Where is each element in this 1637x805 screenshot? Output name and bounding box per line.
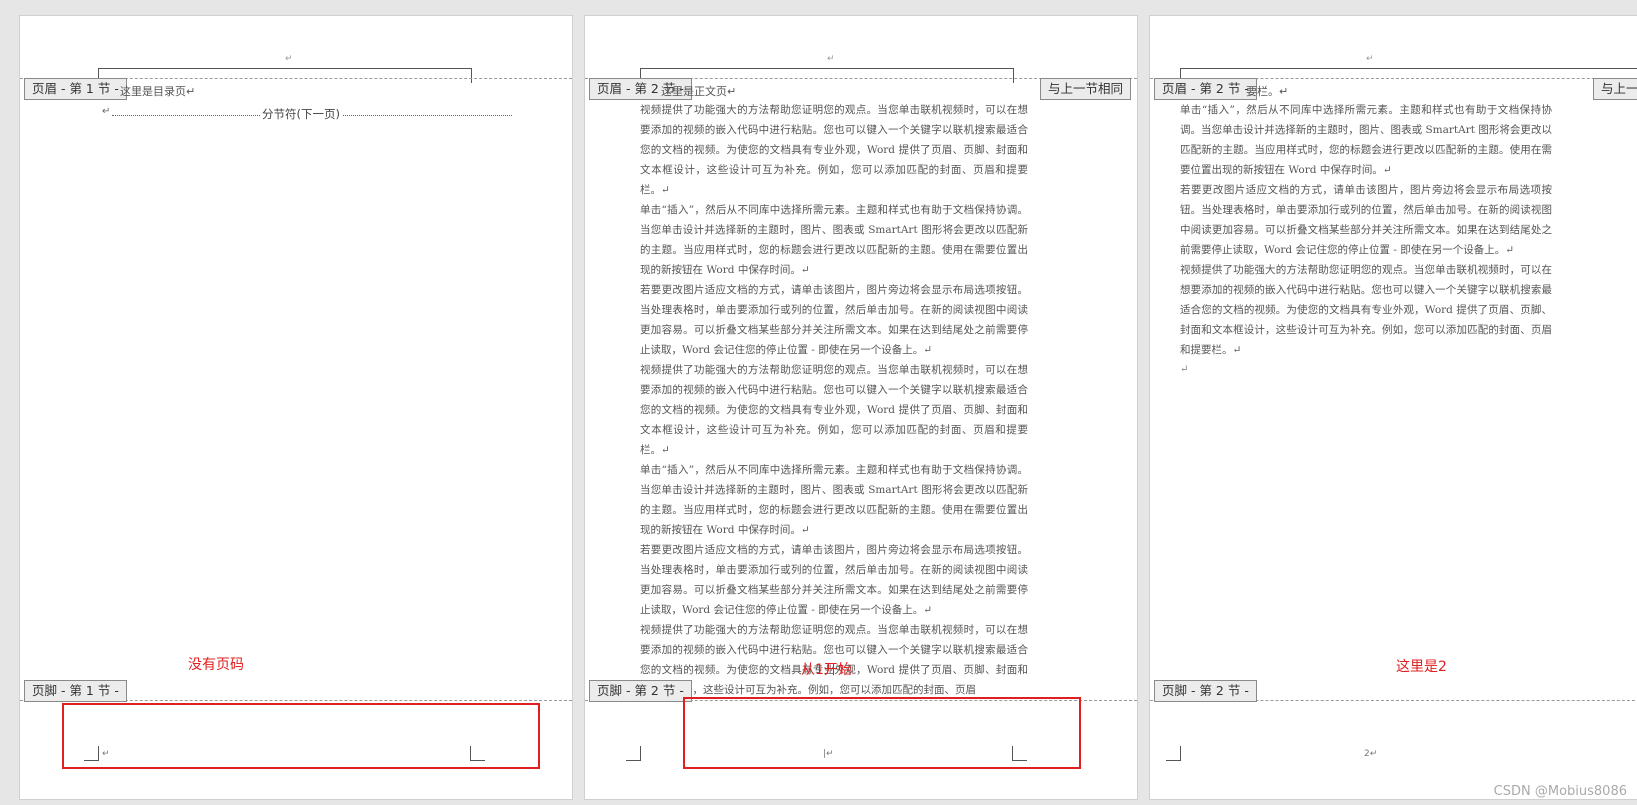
footer-corner-left <box>1166 746 1181 761</box>
link-to-previous-tag[interactable]: 与上一节相同 <box>1592 78 1637 100</box>
header-paragraph-mark: ↵ <box>827 54 835 64</box>
body-text-area[interactable]: 视频提供了功能强大的方法帮助您证明您的观点。当您单击联机视频时，可以在想要添加的… <box>640 100 1028 700</box>
document-page-3[interactable]: ↵ 页眉 - 第 2 节 - 与上一节相同 要栏。↵ 单击“插入”，然后从不同库… <box>1149 15 1637 800</box>
body-text-area[interactable]: 单击“插入”，然后从不同库中选择所需元素。主题和样式也有助于文档保持协调。当您单… <box>1180 100 1552 380</box>
highlight-box-footer-page-2 <box>683 697 1081 769</box>
body-paragraph[interactable]: 单击“插入”，然后从不同库中选择所需元素。主题和样式也有助于文档保持协调。当您单… <box>640 200 1028 280</box>
body-paragraph[interactable]: 若要更改图片适应文档的方式，请单击该图片，图片旁边将会显示布局选项按钮。当处理表… <box>640 280 1028 360</box>
empty-paragraph[interactable]: ↵ <box>1180 360 1552 380</box>
body-paragraph[interactable]: 若要更改图片适应文档的方式，请单击该图片，图片旁边将会显示布局选项按钮。当处理表… <box>1180 180 1552 260</box>
header-margin-bracket <box>98 68 472 83</box>
document-page-2[interactable]: ↵ 页眉 - 第 2 节 - 与上一节相同 这里是正文页↵ 视频提供了功能强大的… <box>584 15 1138 800</box>
footer-corner-left <box>626 746 641 761</box>
header-section-tag[interactable]: 页眉 - 第 2 节 - <box>1154 78 1257 100</box>
body-paragraph[interactable]: 单击“插入”，然后从不同库中选择所需元素。主题和样式也有助于文档保持协调。当您单… <box>640 460 1028 540</box>
footer-page-number[interactable]: 2↵ <box>1364 749 1377 759</box>
link-to-previous-tag[interactable]: 与上一节相同 <box>1039 78 1131 100</box>
toc-intro-text[interactable]: 这里是目录页↵ <box>120 83 195 99</box>
header-section-tag[interactable]: 页眉 - 第 1 节 - <box>24 78 127 100</box>
footer-section-tag[interactable]: 页脚 - 第 1 节 - <box>24 680 127 702</box>
section-break-label: 分节符(下一页) <box>260 106 342 122</box>
body-intro-text[interactable]: 这里是正文页↵ <box>661 83 736 99</box>
body-paragraph[interactable]: 视频提供了功能强大的方法帮助您证明您的观点。当您单击联机视频时，可以在想要添加的… <box>640 360 1028 460</box>
document-page-1[interactable]: ↵ 页眉 - 第 1 节 - 这里是目录页↵ ↵ 分节符(下一页) 页脚 - 第… <box>19 15 573 800</box>
header-margin-bracket <box>640 68 1014 83</box>
annotation-no-page-number: 没有页码 <box>188 657 244 673</box>
header-paragraph-mark: ↵ <box>1366 54 1374 64</box>
section-break-next-page[interactable]: ↵ 分节符(下一页) <box>102 106 512 122</box>
footer-section-tag[interactable]: 页脚 - 第 2 节 - <box>589 680 692 702</box>
body-paragraph[interactable]: 视频提供了功能强大的方法帮助您证明您的观点。当您单击联机视频时，可以在想要添加的… <box>640 100 1028 200</box>
footer-section-tag[interactable]: 页脚 - 第 2 节 - <box>1154 680 1257 702</box>
csdn-watermark: CSDN @Mobius8086 <box>1493 784 1627 799</box>
annotation-this-is-two: 这里是2 <box>1396 659 1447 675</box>
body-intro-text[interactable]: 要栏。↵ <box>1246 83 1288 99</box>
body-paragraph[interactable]: 视频提供了功能强大的方法帮助您证明您的观点。当您单击联机视频时，可以在想要添加的… <box>1180 260 1552 360</box>
body-paragraph[interactable]: 单击“插入”，然后从不同库中选择所需元素。主题和样式也有助于文档保持协调。当您单… <box>1180 100 1552 180</box>
paragraph-mark-icon: ↵ <box>102 106 111 117</box>
header-paragraph-mark: ↵ <box>285 54 293 64</box>
body-paragraph[interactable]: 若要更改图片适应文档的方式，请单击该图片，图片旁边将会显示布局选项按钮。当处理表… <box>640 540 1028 620</box>
highlight-box-footer-page-1 <box>62 703 540 769</box>
annotation-start-from-one: 从1开始 <box>801 662 852 678</box>
